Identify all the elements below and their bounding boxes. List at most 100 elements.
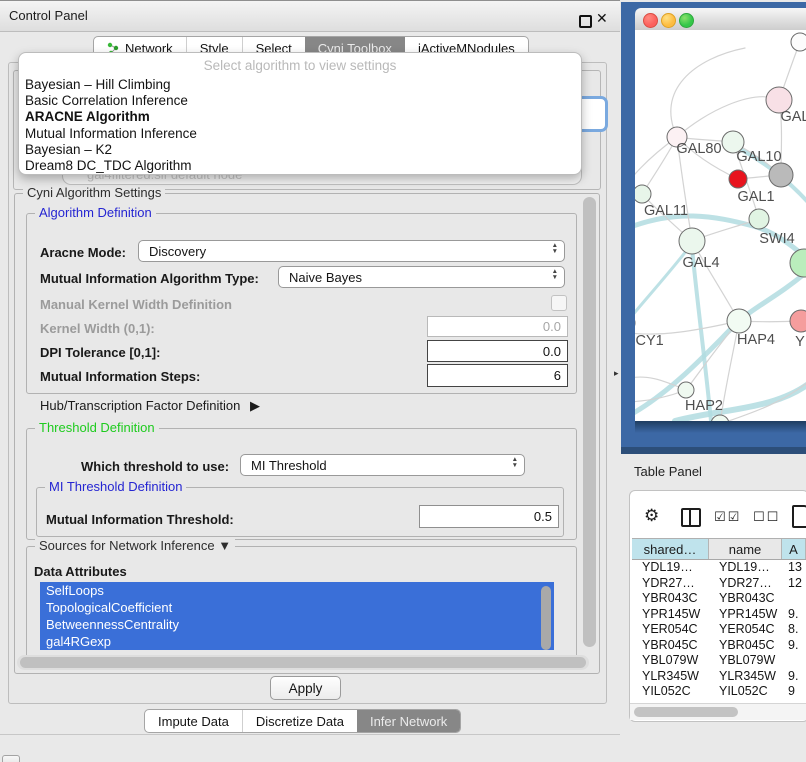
network-node-y[interactable] — [790, 310, 806, 332]
float-window-icon[interactable] — [579, 15, 592, 28]
table-row[interactable]: YBR045CYBR045C9. — [632, 638, 806, 654]
dropdown-item-basic-correlation-inference[interactable]: Basic Correlation Inference — [19, 93, 581, 109]
network-node[interactable] — [790, 249, 806, 277]
mi-type-combobox[interactable]: Naive Bayes ▲▼ — [278, 266, 565, 288]
node-label-gal1: GAL1 — [737, 189, 774, 205]
table-row[interactable]: YER054CYER054C8. — [632, 622, 806, 638]
tab-infer-network[interactable]: Infer Network — [357, 710, 460, 732]
tab-discretize-data[interactable]: Discretize Data — [242, 710, 357, 732]
table-cell: YER054C — [632, 622, 709, 638]
table-row[interactable]: YDL19…YDL19…13 — [632, 560, 806, 576]
column-header-A[interactable]: A — [782, 539, 806, 559]
corner-button[interactable] — [2, 755, 20, 762]
desktop-bottom-edge — [621, 447, 806, 454]
kernel-width-field[interactable]: 0.0 — [427, 316, 568, 337]
network-node-hap4[interactable] — [727, 309, 751, 333]
network-node-hap2[interactable] — [678, 382, 694, 398]
network-node[interactable] — [769, 163, 793, 187]
zoom-traffic-light[interactable] — [679, 13, 694, 28]
network-window-titlebar — [635, 8, 806, 31]
table-row[interactable]: YBR043CYBR043C — [632, 591, 806, 607]
gear-icon[interactable]: ⚙ — [644, 506, 659, 526]
dropdown-item-bayesian-hill-climbing[interactable]: Bayesian – Hill Climbing — [19, 77, 581, 93]
table-cell: YDL19… — [632, 560, 709, 576]
minimize-traffic-light[interactable] — [661, 13, 676, 28]
node-label-gal11: GAL11 — [644, 203, 688, 219]
aracne-mode-label: Aracne Mode: — [40, 245, 126, 260]
which-threshold-combobox[interactable]: MI Threshold ▲▼ — [240, 454, 525, 476]
close-icon[interactable]: ✕ — [596, 10, 608, 27]
sources-group-title: Sources for Network Inference ▼ — [35, 538, 235, 553]
node-label-gal4: GAL4 — [682, 255, 719, 271]
table-horizontal-scrollbar[interactable] — [634, 707, 738, 717]
settings-vertical-scrollbar[interactable] — [583, 197, 596, 647]
table-cell: 9. — [782, 607, 806, 623]
window-title: Control Panel — [9, 8, 88, 23]
network-node[interactable] — [791, 33, 806, 51]
table-cell: 12 — [782, 576, 806, 592]
settings-group-title: Cyni Algorithm Settings — [23, 185, 165, 200]
apply-button[interactable]: Apply — [270, 676, 341, 700]
network-node-gal4[interactable] — [679, 228, 705, 254]
table-cell: YER054C — [709, 622, 782, 638]
attribute-item-selfloops[interactable]: SelfLoops — [40, 582, 554, 599]
manual-kernel-checkbox[interactable] — [551, 295, 567, 311]
table-row[interactable]: YLR345WYLR345W9. — [632, 669, 806, 685]
network-edge — [635, 250, 687, 323]
node-label-hap2: HAP2 — [685, 398, 723, 414]
document-icon[interactable] — [792, 505, 806, 528]
node-label-gcy1: GCY1 — [635, 333, 664, 349]
node-label-gal: GAL — [780, 109, 806, 125]
collapse-arrow-icon[interactable]: ▼ — [218, 538, 231, 553]
hub-definition-expander[interactable]: Hub/Transcription Factor Definition ▶ — [40, 398, 260, 414]
control-panel-titlebar: Control Panel ✕ — [0, 0, 620, 32]
mi-steps-field[interactable]: 6 — [427, 364, 568, 387]
dropdown-prompt: Select algorithm to view settings — [19, 58, 581, 77]
attribute-item-gal4rgexp[interactable]: gal4RGexp — [40, 633, 554, 650]
column-header-name[interactable]: name — [709, 539, 782, 559]
table-cell — [782, 653, 806, 669]
aracne-mode-combobox[interactable]: Discovery ▲▼ — [138, 240, 565, 262]
stepper-arrows-icon: ▲▼ — [512, 457, 518, 468]
dpi-tolerance-label: DPI Tolerance [0,1]: — [40, 345, 160, 360]
dpi-tolerance-field[interactable]: 0.0 — [427, 340, 568, 362]
dropdown-item-bayesian-k2[interactable]: Bayesian – K2 — [19, 142, 581, 158]
mi-threshold-field[interactable]: 0.5 — [419, 505, 559, 528]
expander-arrow-icon: ▶ — [250, 398, 260, 413]
network-node-gal11[interactable] — [635, 185, 651, 203]
attributes-list-scrollbar[interactable] — [541, 586, 551, 650]
dropdown-item-dream8-dc-tdc-algorithm[interactable]: Dream8 DC_TDC Algorithm — [19, 158, 581, 174]
unchecked-pair-icon[interactable]: ☐☐ — [753, 509, 780, 525]
tab-impute-data[interactable]: Impute Data — [145, 710, 242, 732]
table-horizontal-scroll-track — [630, 703, 806, 720]
attribute-item-betweennesscentrality[interactable]: BetweennessCentrality — [40, 616, 554, 633]
panel-resize-arrow[interactable]: ▸ — [614, 368, 619, 379]
table-row[interactable]: YDR27…YDR27…12 — [632, 576, 806, 592]
table-cell: YBR045C — [709, 638, 782, 654]
checked-pair-icon[interactable]: ☑☑ — [714, 509, 741, 525]
dropdown-item-mutual-information-inference[interactable]: Mutual Information Inference — [19, 126, 581, 142]
table-cell: YPR145W — [632, 607, 709, 623]
table-row[interactable]: YBL079WYBL079W — [632, 653, 806, 669]
table-header-row: shared…nameA — [632, 538, 806, 560]
table-cell: YDR27… — [709, 576, 782, 592]
table-cell: YDL19… — [709, 560, 782, 576]
network-node-gal1[interactable] — [729, 170, 747, 188]
attribute-item-topologicalcoefficient[interactable]: TopologicalCoefficient — [40, 599, 554, 616]
network-node-swi4[interactable] — [749, 209, 769, 229]
dropdown-item-aracne-algorithm[interactable]: ARACNE Algorithm — [19, 109, 581, 125]
node-table: shared…nameA YDL19…YDL19…13YDR27…YDR27…1… — [632, 538, 806, 700]
close-traffic-light[interactable] — [643, 13, 658, 28]
bottom-tabbar: Impute DataDiscretize DataInfer Network — [144, 709, 461, 733]
table-cell: YBL079W — [632, 653, 709, 669]
table-cell: YBR043C — [709, 591, 782, 607]
hub-definition-label: Hub/Transcription Factor Definition — [40, 398, 240, 413]
settings-horizontal-scrollbar[interactable] — [20, 657, 586, 668]
table-row[interactable]: YIL052CYIL052C9 — [632, 684, 806, 700]
table-row[interactable]: YPR145WYPR145W9. — [632, 607, 806, 623]
network-view-canvas[interactable]: GALGAL80GAL10GAL1GAL11SWI4GAL4GCY1HAP4YH… — [635, 30, 806, 421]
table-cell: YDR27… — [632, 576, 709, 592]
column-header-shared…[interactable]: shared… — [632, 539, 709, 559]
screen: Control Panel ✕ NetworkStyleSelectCyni T… — [0, 0, 806, 762]
split-column-icon[interactable] — [681, 508, 701, 527]
